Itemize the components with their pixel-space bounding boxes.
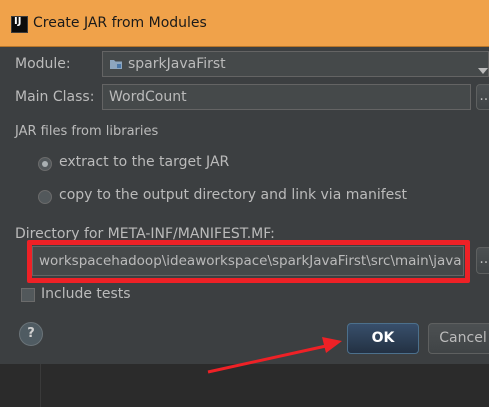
annotation-arrow-icon (207, 337, 342, 374)
